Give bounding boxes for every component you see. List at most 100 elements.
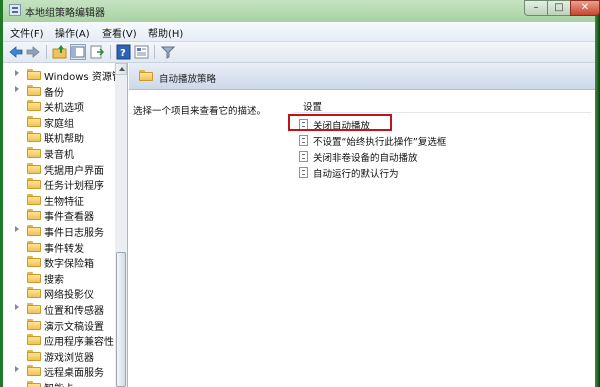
tree-item[interactable]: 凭据用户界面 [3,161,115,177]
tree-item-label: 事件查看器 [44,212,94,223]
tree-item-label: 联机帮助 [44,134,84,145]
folder-icon [27,365,41,376]
folder-icon [27,209,41,220]
folder-icon [27,116,41,127]
menu-file[interactable]: 文件(F) [10,25,44,40]
back-arrow-icon[interactable] [8,44,24,60]
expand-arrow-icon[interactable] [15,226,19,232]
tree-item-label: 远程桌面服务 [44,368,104,379]
tree-item[interactable]: 事件转发 [3,239,115,255]
tree-item[interactable]: 录音机 [3,145,115,161]
setting-label: 关闭非卷设备的自动播放 [313,153,418,164]
tree-item-label: 凭据用户界面 [44,166,104,177]
tree-item-label: 游戏浏览器 [44,353,94,364]
policy-setting-icon [299,151,308,162]
tree-item-label: 网络投影仪 [44,290,94,301]
tree-item[interactable]: 搜索 [3,270,115,286]
title-bar[interactable]: 本地组策略编辑器 – □ ✕ [3,0,600,22]
export-list-icon[interactable] [89,44,105,60]
folder-icon [27,256,41,267]
tree-item-label: 数字保险箱 [44,259,94,270]
setting-autorun-default-behavior[interactable]: 自动运行的默认行为 [299,165,589,180]
up-folder-icon[interactable] [52,44,68,60]
folder-icon [27,319,41,330]
tree-item[interactable]: 事件日志服务 [3,223,115,239]
folder-icon [27,131,41,142]
help-icon[interactable]: ? [116,44,132,60]
menu-help[interactable]: 帮助(H) [148,25,183,40]
tree-item[interactable]: 事件查看器 [3,207,115,223]
folder-icon [27,334,41,345]
tree-item[interactable]: 任务计划程序 [3,176,115,192]
window-right-border [595,0,600,387]
policy-tree-pane: Windows 资源管备份关机选项家庭组联机帮助录音机凭据用户界面 任务计划程序生… [3,63,128,387]
tree-item[interactable]: 数字保险箱 [3,254,115,270]
column-header-setting[interactable]: 设置 [303,99,322,113]
tree-item[interactable]: 生物特征 [3,192,115,208]
tree-item-label: 家庭组 [44,119,74,130]
tree-item[interactable]: 联机帮助 [3,129,115,145]
folder-icon [27,178,41,189]
tree-item[interactable]: Windows 资源管 [3,67,122,83]
setting-label: 自动运行的默认行为 [313,169,399,180]
forward-arrow-icon[interactable] [25,44,41,60]
tree-item-label: 关机选项 [44,103,84,114]
settings-pane: 自动播放策略 选择一个项目来查看它的描述。 设置 关闭自动播放 不设置“始终执行… [129,63,595,387]
scroll-up-arrow[interactable] [115,63,127,75]
show-hide-tree-icon[interactable] [70,44,86,60]
tree-item-label: 演示文稿设置 [44,322,104,333]
folder-icon [27,85,41,96]
menu-bar: 文件(F) 操作(A) 查看(V) 帮助(H) [3,22,595,42]
folder-icon [27,287,41,298]
settings-column-header[interactable]: 设置 [293,94,591,113]
window-title: 本地组策略编辑器 [25,8,105,19]
tree-item[interactable]: 位置和传感器 [3,301,115,317]
tree-item-label: 应用程序兼容性 [44,337,114,348]
close-button[interactable]: ✕ [570,0,600,16]
tree-item[interactable]: 关机选项 [3,98,115,114]
expand-arrow-icon[interactable] [15,366,19,372]
tree-item[interactable]: 网络投影仪 [3,285,115,301]
tree-item-label: 位置和传感器 [44,306,104,317]
highlight-box [288,114,392,131]
tree-item[interactable]: 演示文稿设置 [3,317,115,333]
menu-view[interactable]: 查看(V) [102,25,137,40]
svg-text:?: ? [120,48,126,59]
tree-item[interactable]: 远程桌面服务 [3,363,115,379]
tree-item[interactable]: 应用程序兼容性 [3,332,115,348]
folder-icon [27,69,41,80]
folder-icon [27,350,41,361]
tree-item-label: 智能卡 [44,380,74,387]
tree-item[interactable]: 游戏浏览器 [3,348,115,364]
tree-item[interactable]: 家庭组 [3,114,115,130]
expand-arrow-icon[interactable] [15,70,19,76]
tree-item-label: 任务计划程序 [44,181,104,192]
properties-icon[interactable] [134,44,150,60]
tree-item[interactable]: 备份 [3,83,115,99]
pane-title: 自动播放策略 [159,74,217,85]
folder-icon [27,225,41,236]
menu-action[interactable]: 操作(A) [55,25,90,40]
maximize-button[interactable]: □ [547,0,571,16]
description-text: 选择一个项目来查看它的描述。 [133,106,267,117]
tree-item-label: 搜索 [44,275,64,286]
policy-setting-icon [299,135,308,146]
expand-arrow-icon[interactable] [15,86,19,92]
tree-item[interactable]: 智能卡 [3,379,115,387]
setting-autoplay-non-volume-devices[interactable]: 关闭非卷设备的自动播放 [299,149,589,164]
tree-item-label: 备份 [44,88,64,99]
tree-vertical-scrollbar[interactable] [115,63,127,387]
folder-icon [27,303,41,314]
folder-icon [27,194,41,205]
setting-do-not-set-always-do-this[interactable]: 不设置“始终执行此操作”复选框 [299,133,589,148]
folder-icon [139,70,153,81]
scrollbar-thumb[interactable] [116,252,126,387]
folder-icon [27,381,41,387]
filter-icon[interactable] [160,44,176,60]
minimize-button[interactable]: – [524,0,548,16]
folder-icon [27,241,41,252]
tree-item-label: 录音机 [44,150,74,161]
folder-icon [27,163,41,174]
expand-arrow-icon[interactable] [15,304,19,310]
folder-icon [27,100,41,111]
